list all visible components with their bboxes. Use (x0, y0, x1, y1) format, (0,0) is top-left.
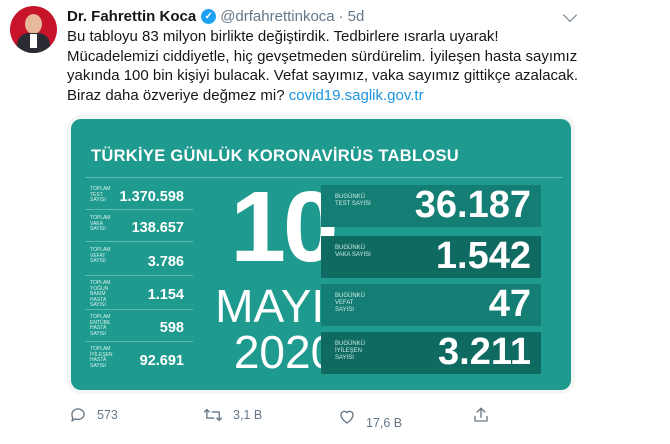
total-value: 92.691 (139, 353, 184, 369)
author-name[interactable]: Dr. Fahrettin Koca (67, 8, 196, 25)
today-label: BUGÜNKÜ VAKA SAYISI (335, 245, 371, 258)
today-panel: BUGÜNKÜ VEFAT SAYISI 47 (321, 283, 541, 326)
today-panel: BUGÜNKÜ TEST SAYISI 36.187 (321, 184, 541, 227)
tweet-text-line: Bu tabloyu 83 milyon birlikte değiştirdi… (67, 28, 499, 45)
today-panel: BUGÜNKÜ İYİLEŞEN SAYISI 3.211 (321, 331, 541, 374)
tweet-actions: 573 3,1 B 17,6 B (0, 406, 670, 436)
share-button[interactable] (472, 406, 500, 424)
tweet-text: Bu tabloyu 83 milyon birlikte değiştirdi… (67, 27, 587, 105)
total-value: 138.657 (131, 220, 184, 236)
reply-button[interactable]: 573 (69, 406, 118, 424)
stat-divider (85, 309, 193, 310)
stat-divider (85, 275, 193, 276)
retweet-count: 3,1 B (233, 408, 263, 422)
tweet-header: Dr. Fahrettin Koca ✓ @drfahrettinkoca · … (67, 8, 364, 25)
reply-count: 573 (97, 408, 118, 422)
today-panel: BUGÜNKÜ VAKA SAYISI 1.542 (321, 235, 541, 278)
tweet-text-line-last: Biraz daha özveriye değmez mi? covid19.s… (67, 86, 587, 106)
avatar-face (25, 14, 42, 34)
like-count: 17,6 B (366, 416, 403, 430)
stat-divider (85, 209, 193, 210)
chevron-down-icon[interactable] (562, 7, 578, 23)
retweet-icon (203, 408, 223, 422)
verified-badge-icon: ✓ (201, 9, 217, 24)
share-icon (474, 407, 488, 422)
today-value: 36.187 (414, 184, 531, 226)
stat-divider (85, 341, 193, 342)
avatar-shirt (30, 34, 37, 48)
today-value: 3.211 (438, 331, 531, 373)
author-avatar[interactable] (10, 6, 57, 53)
covid-table-graphic: TÜRKİYE GÜNLÜK KORONAVİRÜS TABLOSU TOPLA… (71, 119, 571, 390)
separator-dot: · (338, 8, 344, 25)
tweet-text-line: yakında 100 bin kişiyi bulacak. Vefat sa… (67, 67, 579, 84)
today-label: BUGÜNKÜ İYİLEŞEN SAYISI (335, 341, 366, 361)
retweet-button[interactable]: 3,1 B (203, 406, 262, 424)
tweet-text-line: Biraz daha özveriye değmez mi? (67, 86, 289, 104)
total-value: 3.786 (147, 254, 184, 270)
tweet-link[interactable]: covid19.saglik.gov.tr (289, 87, 424, 104)
total-value: 1.154 (147, 287, 184, 303)
stat-divider (85, 241, 193, 242)
tweet-timestamp[interactable]: 5d (348, 8, 365, 25)
today-label: BUGÜNKÜ VEFAT SAYISI (335, 293, 366, 313)
like-icon (340, 410, 354, 424)
like-button[interactable]: 17,6 B (338, 404, 402, 430)
today-value: 47 (488, 283, 531, 325)
reply-icon (71, 408, 85, 422)
tweet-text-line: Mücadelemizi ciddiyetle, hiç gevşetmeden… (67, 47, 578, 65)
today-label: BUGÜNKÜ TEST SAYISI (335, 194, 371, 207)
total-value: 598 (159, 320, 184, 336)
total-value: 1.370.598 (119, 189, 184, 205)
today-value: 1.542 (435, 235, 531, 277)
author-handle[interactable]: @drfahrettinkoca (220, 8, 334, 25)
board-title: TÜRKİYE GÜNLÜK KORONAVİRÜS TABLOSU (91, 147, 460, 165)
tweet-media-image[interactable]: TÜRKİYE GÜNLÜK KORONAVİRÜS TABLOSU TOPLA… (67, 115, 575, 394)
